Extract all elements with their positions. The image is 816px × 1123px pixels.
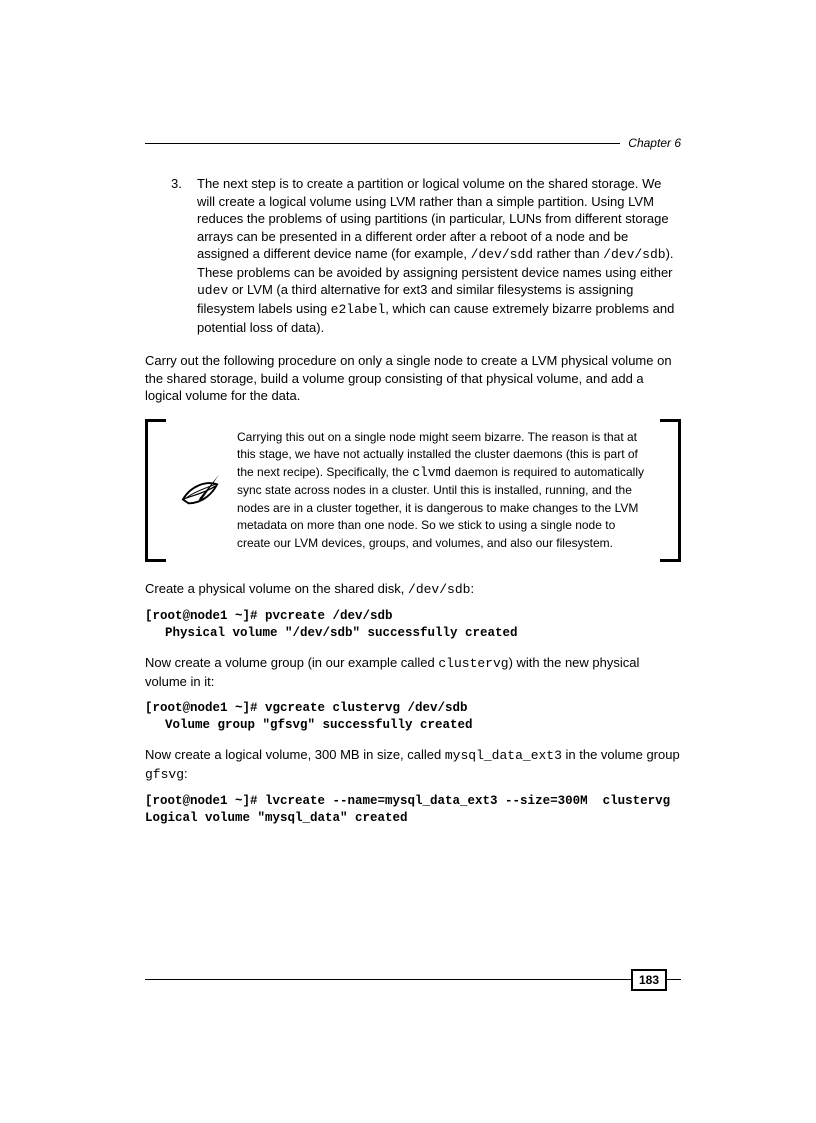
code-block: [root@node1 ~]# vgcreate clustervg /dev/… xyxy=(145,700,681,734)
inline-code: clvmd xyxy=(412,465,451,480)
inline-code: /dev/sdb xyxy=(408,582,470,597)
code-block: [root@node1 ~]# lvcreate --name=mysql_da… xyxy=(145,793,681,827)
ordered-list-item: 3. The next step is to create a partitio… xyxy=(171,175,681,336)
pen-note-icon xyxy=(177,471,223,509)
header-rule xyxy=(145,143,620,144)
list-number: 3. xyxy=(171,175,197,336)
text: : xyxy=(184,766,188,781)
paragraph: Now create a logical volume, 300 MB in s… xyxy=(145,746,681,783)
footer: 183 xyxy=(145,969,681,991)
text: Now create a logical volume, 300 MB in s… xyxy=(145,747,445,762)
footer-rule-tail xyxy=(667,979,681,980)
bracket-left-icon xyxy=(145,419,166,562)
text: Create a physical volume on the shared d… xyxy=(145,581,408,596)
text: Now create a volume group (in our exampl… xyxy=(145,655,438,670)
code-line: Volume group "gfsvg" successfully create… xyxy=(145,717,681,734)
inline-code: clustervg xyxy=(438,656,508,671)
text: : xyxy=(470,581,474,596)
inline-code: udev xyxy=(197,283,228,298)
code-line: [root@node1 ~]# lvcreate --name=mysql_da… xyxy=(145,794,670,808)
text: rather than xyxy=(533,246,603,261)
callout-text: Carrying this out on a single node might… xyxy=(237,429,649,552)
inline-code: mysql_data_ext3 xyxy=(445,748,562,763)
page: Chapter 6 3. The next step is to create … xyxy=(0,0,816,1123)
inline-code: e2label xyxy=(331,302,386,317)
bracket-right-icon xyxy=(660,419,681,562)
callout-inner: Carrying this out on a single node might… xyxy=(177,429,649,552)
code-line: Logical volume "mysql_data" created xyxy=(145,811,408,825)
text: in the volume group xyxy=(562,747,680,762)
callout-box: Carrying this out on a single node might… xyxy=(145,419,681,562)
inline-code: /dev/sdb xyxy=(603,247,665,262)
chapter-label: Chapter 6 xyxy=(620,135,681,151)
paragraph: Now create a volume group (in our exampl… xyxy=(145,654,681,690)
footer-rule xyxy=(145,979,635,980)
code-block: [root@node1 ~]# pvcreate /dev/sdb Physic… xyxy=(145,608,681,642)
page-number: 183 xyxy=(631,969,667,991)
list-body: The next step is to create a partition o… xyxy=(197,175,681,336)
header: Chapter 6 xyxy=(145,135,681,151)
code-line: [root@node1 ~]# vgcreate clustervg /dev/… xyxy=(145,701,468,715)
inline-code: /dev/sdd xyxy=(471,247,533,262)
paragraph: Carry out the following procedure on onl… xyxy=(145,352,681,405)
code-line: Physical volume "/dev/sdb" successfully … xyxy=(145,625,681,642)
paragraph: Create a physical volume on the shared d… xyxy=(145,580,681,599)
inline-code: gfsvg xyxy=(145,767,184,782)
code-line: [root@node1 ~]# pvcreate /dev/sdb xyxy=(145,609,393,623)
